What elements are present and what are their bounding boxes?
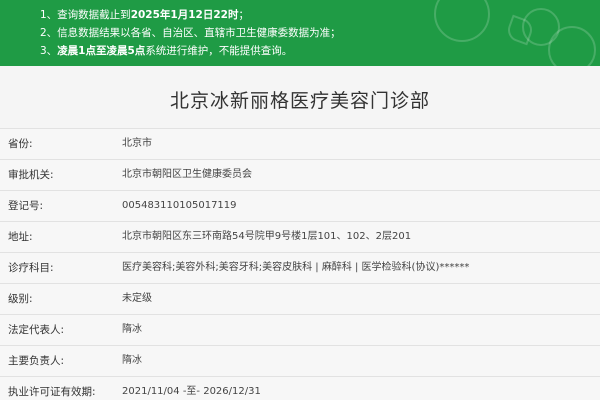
row-value: 未定级 bbox=[122, 293, 152, 304]
page-title: 北京冰新丽格医疗美容门诊部 bbox=[169, 90, 430, 112]
info-row-province: 省份: 北京市 bbox=[0, 128, 600, 159]
notice-line-1-suffix: ； bbox=[238, 9, 249, 21]
info-row-address: 地址: 北京市朝阳区东三环南路54号院甲9号楼1层101、102、2层201 bbox=[0, 221, 600, 252]
row-label: 地址: bbox=[8, 231, 33, 243]
row-value: 005483110105017119 bbox=[122, 200, 237, 211]
row-label: 执业许可证有效期: bbox=[8, 386, 96, 398]
row-label: 诊疗科目: bbox=[8, 262, 54, 274]
info-row-principal: 主要负责人: 隋冰 bbox=[0, 345, 600, 376]
row-label: 审批机关: bbox=[8, 169, 54, 181]
info-table: 省份: 北京市 审批机关: 北京市朝阳区卫生健康委员会 登记号: 0054831… bbox=[0, 128, 600, 400]
row-label: 级别: bbox=[8, 293, 33, 305]
info-row-approval-authority: 审批机关: 北京市朝阳区卫生健康委员会 bbox=[0, 159, 600, 190]
info-row-level: 级别: 未定级 bbox=[0, 283, 600, 314]
row-value: 隋冰 bbox=[122, 324, 142, 335]
notice-line-1: 1、查询数据截止到2025年1月12日22时； bbox=[40, 6, 600, 24]
row-label: 登记号: bbox=[8, 200, 44, 212]
notice-line-2: 2、信息数据结果以各省、自治区、直辖市卫生健康委数据为准； bbox=[40, 27, 341, 39]
row-value: 2021/11/04 -至- 2026/12/31 bbox=[122, 386, 261, 397]
notice-line-3-suffix: 系统进行维护，不能提供查询。 bbox=[145, 45, 293, 57]
row-value: 北京市 bbox=[122, 138, 152, 149]
notice-line-1-prefix: 1、查询数据截止到 bbox=[40, 9, 131, 21]
row-value: 医疗美容科;美容外科;美容牙科;美容皮肤科 | 麻醉科 | 医学检验科(协议)*… bbox=[122, 262, 470, 273]
page: 1、查询数据截止到2025年1月12日22时； 2、信息数据结果以各省、自治区、… bbox=[0, 0, 600, 400]
row-label: 主要负责人: bbox=[8, 355, 65, 367]
row-value: 隋冰 bbox=[122, 355, 142, 366]
notice-line-3-prefix: 3、 bbox=[40, 45, 58, 57]
info-row-departments: 诊疗科目: 医疗美容科;美容外科;美容牙科;美容皮肤科 | 麻醉科 | 医学检验… bbox=[0, 252, 600, 283]
row-value: 北京市朝阳区卫生健康委员会 bbox=[122, 169, 252, 180]
notice-maintenance-window: 凌晨1点至凌晨5点 bbox=[57, 45, 146, 57]
info-row-registration-number: 登记号: 005483110105017119 bbox=[0, 190, 600, 221]
notice-line-3: 3、凌晨1点至凌晨5点系统进行维护，不能提供查询。 bbox=[40, 42, 600, 60]
notice-banner: 1、查询数据截止到2025年1月12日22时； 2、信息数据结果以各省、自治区、… bbox=[0, 0, 600, 66]
row-value: 北京市朝阳区东三环南路54号院甲9号楼1层101、102、2层201 bbox=[122, 231, 412, 242]
notice-cutoff-date: 2025年1月12日22时 bbox=[130, 9, 239, 21]
info-row-legal-representative: 法定代表人: 隋冰 bbox=[0, 314, 600, 345]
row-label: 法定代表人: bbox=[8, 324, 65, 336]
info-row-license-validity: 执业许可证有效期: 2021/11/04 -至- 2026/12/31 bbox=[0, 376, 600, 400]
row-label: 省份: bbox=[8, 138, 33, 150]
